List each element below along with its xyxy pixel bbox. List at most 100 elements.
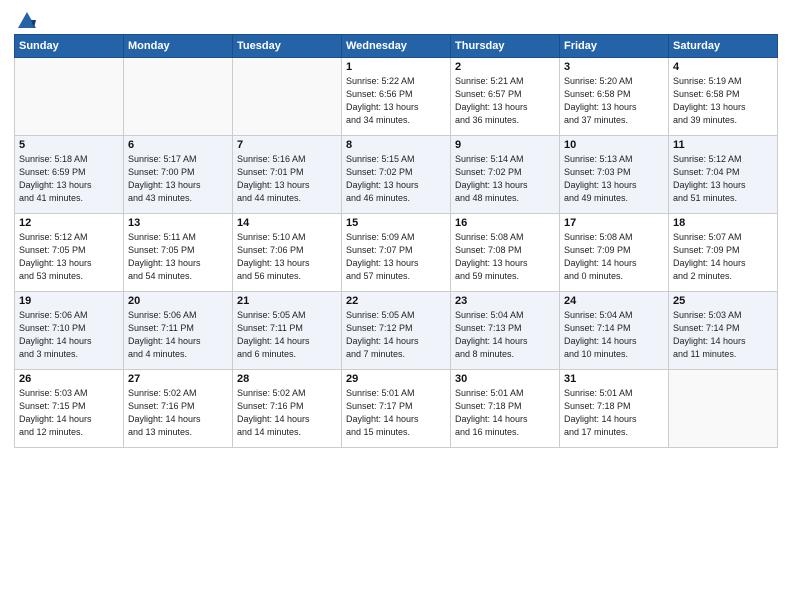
calendar-cell: 17 Sunrise: 5:08 AMSunset: 7:09 PMDayligh… (560, 214, 669, 292)
day-info: Sunrise: 5:03 AMSunset: 7:14 PMDaylight:… (673, 309, 773, 361)
day-info: Sunrise: 5:06 AMSunset: 7:10 PMDaylight:… (19, 309, 119, 361)
day-info: Sunrise: 5:07 AMSunset: 7:09 PMDaylight:… (673, 231, 773, 283)
calendar-week-row: 26 Sunrise: 5:03 AMSunset: 7:15 PMDayligh… (15, 370, 778, 448)
day-number: 1 (346, 61, 446, 73)
day-number: 8 (346, 139, 446, 151)
day-info: Sunrise: 5:13 AMSunset: 7:03 PMDaylight:… (564, 153, 664, 205)
day-number: 31 (564, 373, 664, 385)
calendar-cell: 4 Sunrise: 5:19 AMSunset: 6:58 PMDaylight… (669, 58, 778, 136)
calendar-cell (15, 58, 124, 136)
weekday-header-tuesday: Tuesday (233, 35, 342, 58)
day-number: 17 (564, 217, 664, 229)
day-info: Sunrise: 5:18 AMSunset: 6:59 PMDaylight:… (19, 153, 119, 205)
calendar-cell: 3 Sunrise: 5:20 AMSunset: 6:58 PMDaylight… (560, 58, 669, 136)
calendar-cell: 15Sunrise: 5:09 AMSunset: 7:07 PMDayligh… (342, 214, 451, 292)
logo (14, 10, 38, 28)
day-number: 21 (237, 295, 337, 307)
weekday-header-thursday: Thursday (451, 35, 560, 58)
day-number: 30 (455, 373, 555, 385)
calendar-cell: 12Sunrise: 5:12 AMSunset: 7:05 PMDayligh… (15, 214, 124, 292)
day-info: Sunrise: 5:03 AMSunset: 7:15 PMDaylight:… (19, 387, 119, 439)
calendar-cell (233, 58, 342, 136)
day-number: 6 (128, 139, 228, 151)
day-number: 11 (673, 139, 773, 151)
calendar-cell: 9Sunrise: 5:14 AMSunset: 7:02 PMDaylight… (451, 136, 560, 214)
day-info: Sunrise: 5:01 AMSunset: 7:17 PMDaylight:… (346, 387, 446, 439)
day-info: Sunrise: 5:02 AMSunset: 7:16 PMDaylight:… (237, 387, 337, 439)
calendar-cell: 30 Sunrise: 5:01 AMSunset: 7:18 PMDayligh… (451, 370, 560, 448)
day-info: Sunrise: 5:22 AMSunset: 6:56 PMDaylight:… (346, 75, 446, 127)
day-info: Sunrise: 5:05 AMSunset: 7:11 PMDaylight:… (237, 309, 337, 361)
calendar-week-row: 5 Sunrise: 5:18 AMSunset: 6:59 PMDaylight… (15, 136, 778, 214)
day-number: 19 (19, 295, 119, 307)
day-number: 24 (564, 295, 664, 307)
weekday-header-monday: Monday (124, 35, 233, 58)
day-number: 3 (564, 61, 664, 73)
calendar-cell: 29 Sunrise: 5:01 AMSunset: 7:17 PMDayligh… (342, 370, 451, 448)
calendar-cell: 28 Sunrise: 5:02 AMSunset: 7:16 PMDayligh… (233, 370, 342, 448)
day-info: Sunrise: 5:01 AMSunset: 7:18 PMDaylight:… (564, 387, 664, 439)
day-info: Sunrise: 5:21 AMSunset: 6:57 PMDaylight:… (455, 75, 555, 127)
weekday-header-saturday: Saturday (669, 35, 778, 58)
day-info: Sunrise: 5:12 AMSunset: 7:04 PMDaylight:… (673, 153, 773, 205)
calendar-cell: 24 Sunrise: 5:04 AMSunset: 7:14 PMDayligh… (560, 292, 669, 370)
day-number: 26 (19, 373, 119, 385)
logo-icon (16, 10, 38, 32)
calendar-week-row: 19 Sunrise: 5:06 AMSunset: 7:10 PMDayligh… (15, 292, 778, 370)
day-info: Sunrise: 5:19 AMSunset: 6:58 PMDaylight:… (673, 75, 773, 127)
calendar-cell: 11 Sunrise: 5:12 AMSunset: 7:04 PMDayligh… (669, 136, 778, 214)
calendar-cell: 22 Sunrise: 5:05 AMSunset: 7:12 PMDayligh… (342, 292, 451, 370)
calendar-cell: 2 Sunrise: 5:21 AMSunset: 6:57 PMDaylight… (451, 58, 560, 136)
day-number: 2 (455, 61, 555, 73)
day-number: 25 (673, 295, 773, 307)
day-number: 16 (455, 217, 555, 229)
day-number: 14 (237, 217, 337, 229)
day-info: Sunrise: 5:12 AMSunset: 7:05 PMDaylight:… (19, 231, 119, 283)
calendar-cell: 16Sunrise: 5:08 AMSunset: 7:08 PMDayligh… (451, 214, 560, 292)
calendar-page: SundayMondayTuesdayWednesdayThursdayFrid… (0, 0, 792, 612)
calendar-cell: 27Sunrise: 5:02 AMSunset: 7:16 PMDayligh… (124, 370, 233, 448)
weekday-header-wednesday: Wednesday (342, 35, 451, 58)
day-number: 4 (673, 61, 773, 73)
header (14, 10, 778, 28)
day-info: Sunrise: 5:08 AMSunset: 7:09 PMDaylight:… (564, 231, 664, 283)
calendar-cell: 5 Sunrise: 5:18 AMSunset: 6:59 PMDaylight… (15, 136, 124, 214)
day-number: 15 (346, 217, 446, 229)
calendar-week-row: 1 Sunrise: 5:22 AMSunset: 6:56 PMDaylight… (15, 58, 778, 136)
day-number: 10 (564, 139, 664, 151)
calendar-cell: 13Sunrise: 5:11 AMSunset: 7:05 PMDayligh… (124, 214, 233, 292)
day-number: 20 (128, 295, 228, 307)
day-number: 29 (346, 373, 446, 385)
calendar-cell: 20Sunrise: 5:06 AMSunset: 7:11 PMDayligh… (124, 292, 233, 370)
calendar-cell (669, 370, 778, 448)
calendar-cell: 7Sunrise: 5:16 AMSunset: 7:01 PMDaylight… (233, 136, 342, 214)
calendar-cell: 19 Sunrise: 5:06 AMSunset: 7:10 PMDayligh… (15, 292, 124, 370)
calendar-cell: 26 Sunrise: 5:03 AMSunset: 7:15 PMDayligh… (15, 370, 124, 448)
day-info: Sunrise: 5:01 AMSunset: 7:18 PMDaylight:… (455, 387, 555, 439)
day-number: 23 (455, 295, 555, 307)
calendar-cell: 8 Sunrise: 5:15 AMSunset: 7:02 PMDaylight… (342, 136, 451, 214)
calendar-table: SundayMondayTuesdayWednesdayThursdayFrid… (14, 34, 778, 448)
calendar-cell: 23Sunrise: 5:04 AMSunset: 7:13 PMDayligh… (451, 292, 560, 370)
day-number: 9 (455, 139, 555, 151)
calendar-cell (124, 58, 233, 136)
day-info: Sunrise: 5:20 AMSunset: 6:58 PMDaylight:… (564, 75, 664, 127)
day-number: 5 (19, 139, 119, 151)
day-info: Sunrise: 5:17 AMSunset: 7:00 PMDaylight:… (128, 153, 228, 205)
day-number: 27 (128, 373, 228, 385)
calendar-cell: 25 Sunrise: 5:03 AMSunset: 7:14 PMDayligh… (669, 292, 778, 370)
calendar-cell: 21 Sunrise: 5:05 AMSunset: 7:11 PMDayligh… (233, 292, 342, 370)
calendar-cell: 6 Sunrise: 5:17 AMSunset: 7:00 PMDaylight… (124, 136, 233, 214)
day-info: Sunrise: 5:15 AMSunset: 7:02 PMDaylight:… (346, 153, 446, 205)
calendar-cell: 14 Sunrise: 5:10 AMSunset: 7:06 PMDayligh… (233, 214, 342, 292)
day-number: 18 (673, 217, 773, 229)
weekday-header-friday: Friday (560, 35, 669, 58)
day-number: 22 (346, 295, 446, 307)
day-number: 28 (237, 373, 337, 385)
calendar-cell: 10 Sunrise: 5:13 AMSunset: 7:03 PMDayligh… (560, 136, 669, 214)
day-info: Sunrise: 5:04 AMSunset: 7:14 PMDaylight:… (564, 309, 664, 361)
calendar-cell: 18 Sunrise: 5:07 AMSunset: 7:09 PMDayligh… (669, 214, 778, 292)
day-info: Sunrise: 5:05 AMSunset: 7:12 PMDaylight:… (346, 309, 446, 361)
day-info: Sunrise: 5:10 AMSunset: 7:06 PMDaylight:… (237, 231, 337, 283)
weekday-header-row: SundayMondayTuesdayWednesdayThursdayFrid… (15, 35, 778, 58)
